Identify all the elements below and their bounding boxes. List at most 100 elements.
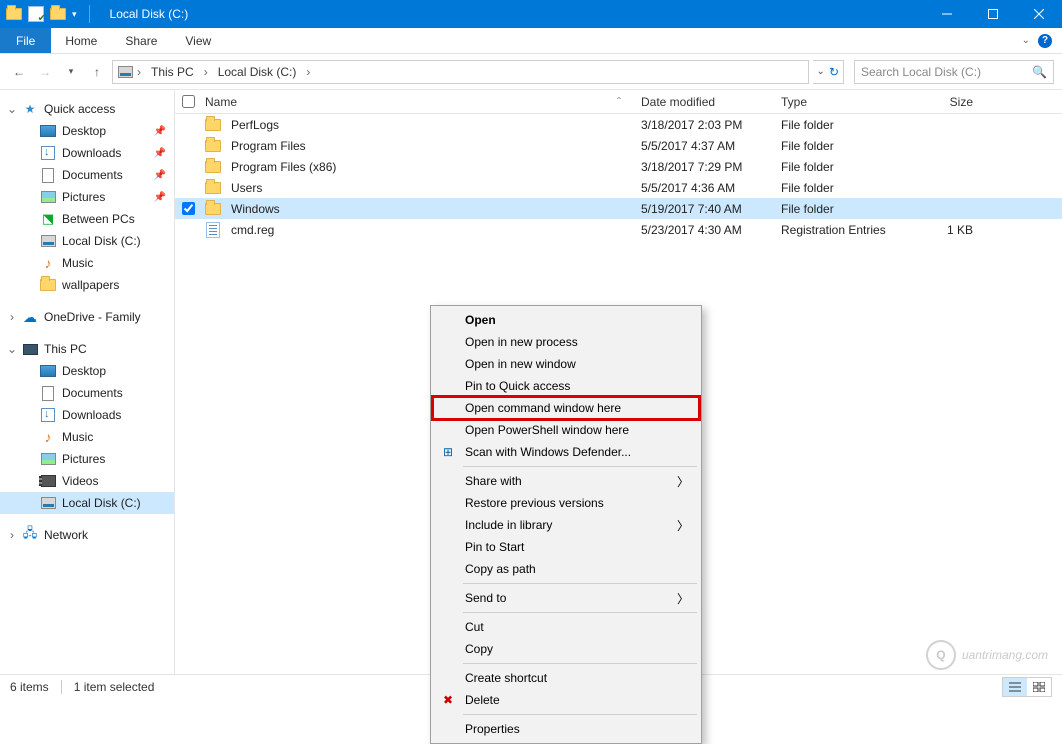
sidebar-quick-access[interactable]: ⌄ ★ Quick access bbox=[0, 98, 174, 120]
menu-item-label: Include in library bbox=[465, 518, 552, 532]
up-button[interactable]: ↑ bbox=[86, 61, 108, 83]
column-date[interactable]: Date modified bbox=[641, 95, 781, 109]
address-dropdown-icon[interactable]: ⌄ bbox=[817, 66, 825, 77]
menu-item[interactable]: Open command window here bbox=[433, 397, 699, 419]
back-button[interactable]: ← bbox=[8, 61, 30, 83]
file-tab[interactable]: File bbox=[0, 28, 51, 53]
menu-item-label: Open PowerShell window here bbox=[465, 423, 629, 437]
qat-dropdown-icon[interactable]: ▾ bbox=[72, 9, 77, 20]
column-type[interactable]: Type bbox=[781, 95, 911, 109]
table-row[interactable]: Windows 5/19/2017 7:40 AM File folder bbox=[175, 198, 1062, 219]
breadcrumb-thispc[interactable]: This PC bbox=[145, 65, 200, 79]
menu-item[interactable]: Cut bbox=[433, 616, 699, 638]
breadcrumb[interactable]: › This PC › Local Disk (C:) › bbox=[112, 60, 809, 84]
menu-item[interactable]: Share with〉 bbox=[433, 470, 699, 492]
qat-properties-icon[interactable]: ✔ bbox=[28, 6, 44, 22]
menu-item[interactable]: ⊞Scan with Windows Defender... bbox=[433, 441, 699, 463]
file-type: File folder bbox=[781, 118, 911, 132]
breadcrumb-current[interactable]: Local Disk (C:) bbox=[212, 65, 303, 79]
qat-newfolder-icon[interactable] bbox=[50, 6, 66, 22]
sidebar-item[interactable]: Pictures📌 bbox=[0, 186, 174, 208]
menu-item[interactable]: Copy as path bbox=[433, 558, 699, 580]
menu-item[interactable]: Copy bbox=[433, 638, 699, 660]
search-input[interactable]: Search Local Disk (C:) 🔍 bbox=[854, 60, 1054, 84]
menu-item[interactable]: Open in new process bbox=[433, 331, 699, 353]
chevron-right-icon[interactable]: › bbox=[137, 65, 141, 79]
menu-separator bbox=[463, 612, 697, 613]
tab-view[interactable]: View bbox=[171, 28, 225, 53]
chevron-right-icon: 〉 bbox=[677, 517, 689, 534]
table-row[interactable]: Users 5/5/2017 4:36 AM File folder bbox=[175, 177, 1062, 198]
ribbon-expand-icon[interactable]: ⌄ bbox=[1022, 35, 1030, 46]
sidebar-item[interactable]: Documents bbox=[0, 382, 174, 404]
view-thumbnails-button[interactable] bbox=[1027, 678, 1051, 696]
refresh-icon[interactable]: ↻ bbox=[829, 65, 839, 79]
menu-item[interactable]: Create shortcut bbox=[433, 667, 699, 689]
sidebar-item[interactable]: Videos bbox=[0, 470, 174, 492]
sidebar-item[interactable]: Pictures bbox=[0, 448, 174, 470]
column-size[interactable]: Size bbox=[911, 95, 981, 109]
sidebar-item[interactable]: Local Disk (C:) bbox=[0, 492, 174, 514]
menu-separator bbox=[463, 714, 697, 715]
tab-share[interactable]: Share bbox=[111, 28, 171, 53]
sidebar-item[interactable]: Downloads bbox=[0, 404, 174, 426]
menu-item[interactable]: Open PowerShell window here bbox=[433, 419, 699, 441]
menu-separator bbox=[463, 663, 697, 664]
menu-item[interactable]: Pin to Start bbox=[433, 536, 699, 558]
column-headers[interactable]: Nameˆ Date modified Type Size bbox=[175, 90, 1062, 114]
file-name: Program Files (x86) bbox=[231, 160, 336, 174]
maximize-button[interactable] bbox=[970, 0, 1016, 28]
row-checkbox[interactable] bbox=[182, 202, 195, 215]
window-title: Local Disk (C:) bbox=[110, 7, 189, 21]
tab-home[interactable]: Home bbox=[51, 28, 111, 53]
chevron-right-icon[interactable]: › bbox=[306, 65, 310, 79]
table-row[interactable]: Program Files 5/5/2017 4:37 AM File fold… bbox=[175, 135, 1062, 156]
sidebar-item[interactable]: Desktop bbox=[0, 360, 174, 382]
menu-item[interactable]: Properties bbox=[433, 718, 699, 740]
status-selection: 1 item selected bbox=[74, 680, 155, 694]
table-row[interactable]: cmd.reg 5/23/2017 4:30 AM Registration E… bbox=[175, 219, 1062, 240]
sidebar-item[interactable]: Downloads📌 bbox=[0, 142, 174, 164]
sidebar-onedrive[interactable]: › ☁ OneDrive - Family bbox=[0, 306, 174, 328]
sidebar-this-pc[interactable]: ⌄ This PC bbox=[0, 338, 174, 360]
sidebar-item[interactable]: wallpapers bbox=[0, 274, 174, 296]
folder-icon bbox=[205, 180, 221, 196]
folder-icon bbox=[205, 201, 221, 217]
menu-item[interactable]: ✖Delete bbox=[433, 689, 699, 711]
sidebar-item[interactable]: ♪Music bbox=[0, 426, 174, 448]
table-row[interactable]: PerfLogs 3/18/2017 2:03 PM File folder bbox=[175, 114, 1062, 135]
pin-icon: 📌 bbox=[154, 126, 166, 137]
file-date: 3/18/2017 7:29 PM bbox=[641, 160, 781, 174]
menu-item[interactable]: Pin to Quick access bbox=[433, 375, 699, 397]
table-row[interactable]: Program Files (x86) 3/18/2017 7:29 PM Fi… bbox=[175, 156, 1062, 177]
delete-icon: ✖ bbox=[439, 693, 457, 707]
column-name[interactable]: Name bbox=[205, 95, 237, 109]
select-all-checkbox[interactable] bbox=[182, 95, 195, 108]
menu-item[interactable]: Open in new window bbox=[433, 353, 699, 375]
folder-icon bbox=[40, 277, 56, 293]
chevron-right-icon[interactable]: › bbox=[6, 310, 18, 324]
file-date: 3/18/2017 2:03 PM bbox=[641, 118, 781, 132]
view-details-button[interactable] bbox=[1003, 678, 1027, 696]
chevron-down-icon[interactable]: ⌄ bbox=[6, 342, 18, 356]
sidebar-item[interactable]: ⬔Between PCs bbox=[0, 208, 174, 230]
menu-item[interactable]: Restore previous versions bbox=[433, 492, 699, 514]
chevron-down-icon[interactable]: ⌄ bbox=[6, 102, 18, 116]
sidebar-network[interactable]: › 🖧 Network bbox=[0, 524, 174, 546]
chevron-right-icon[interactable]: › bbox=[204, 65, 208, 79]
forward-button[interactable]: → bbox=[34, 61, 56, 83]
help-icon[interactable]: ? bbox=[1038, 34, 1052, 48]
sidebar-item[interactable]: Documents📌 bbox=[0, 164, 174, 186]
sidebar-item[interactable]: Desktop📌 bbox=[0, 120, 174, 142]
minimize-button[interactable] bbox=[924, 0, 970, 28]
menu-item[interactable]: Open bbox=[433, 309, 699, 331]
menu-item-label: Open in new process bbox=[465, 335, 578, 349]
close-button[interactable] bbox=[1016, 0, 1062, 28]
menu-item[interactable]: Include in library 〉 bbox=[433, 514, 699, 536]
sidebar-item[interactable]: Local Disk (C:) bbox=[0, 230, 174, 252]
menu-item[interactable]: Send to〉 bbox=[433, 587, 699, 609]
sidebar-item[interactable]: ♪Music bbox=[0, 252, 174, 274]
recent-dropdown-icon[interactable]: ▾ bbox=[60, 61, 82, 83]
down-icon bbox=[40, 407, 56, 423]
chevron-right-icon[interactable]: › bbox=[6, 528, 18, 542]
